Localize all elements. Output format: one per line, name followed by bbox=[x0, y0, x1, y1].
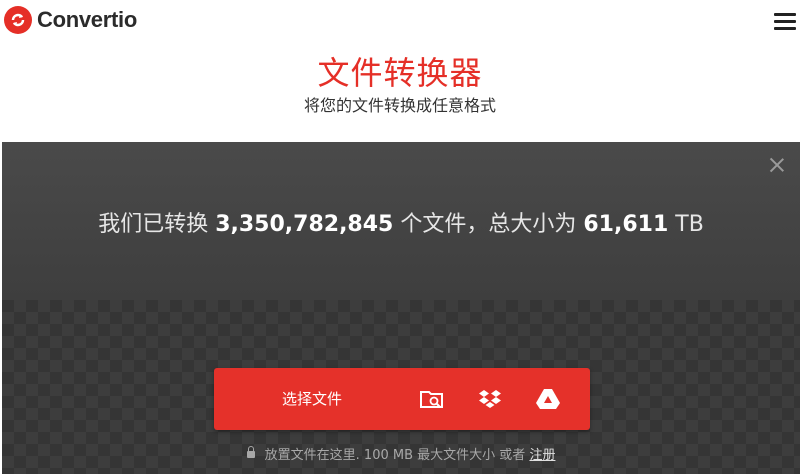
choose-files-button[interactable]: 选择文件 bbox=[214, 368, 590, 430]
brand-name: Convertio bbox=[37, 7, 137, 32]
dropbox-icon[interactable] bbox=[476, 385, 504, 413]
size-unit: TB bbox=[675, 212, 704, 237]
total-size: 61,611 bbox=[583, 212, 669, 237]
hamburger-menu-icon[interactable] bbox=[774, 13, 796, 31]
top-header: Convertio bbox=[0, 0, 800, 44]
upload-dropzone[interactable]: 选择文件 放置文件在这里. 100 MB 最大文件大小 或者 注册 bbox=[2, 300, 800, 474]
files-count: 3,350,782,845 bbox=[215, 212, 394, 237]
stats-banner: 我们已转换 3,350,782,845 个文件，总大小为 61,611 TB bbox=[2, 142, 800, 300]
close-icon[interactable] bbox=[768, 156, 786, 174]
register-link[interactable]: 注册 bbox=[529, 448, 555, 463]
stats-text: 我们已转换 3,350,782,845 个文件，总大小为 61,611 TB bbox=[2, 206, 800, 238]
upload-note: 放置文件在这里. 100 MB 最大文件大小 或者 注册 bbox=[2, 444, 800, 463]
page-title: 文件转换器 bbox=[317, 54, 483, 92]
choose-files-label[interactable]: 选择文件 bbox=[214, 368, 410, 430]
hero-section: 文件转换器 将您的文件转换成任意格式 bbox=[0, 44, 800, 142]
brand-logo[interactable]: Convertio bbox=[4, 6, 137, 34]
page-subtitle: 将您的文件转换成任意格式 bbox=[303, 96, 496, 115]
convertio-logo-icon bbox=[4, 6, 32, 34]
folder-search-icon[interactable] bbox=[418, 385, 446, 413]
google-drive-icon[interactable] bbox=[534, 385, 562, 413]
note-text: 放置文件在这里. 100 MB 最大文件大小 或者 bbox=[264, 448, 526, 463]
stats-prefix: 我们已转换 bbox=[98, 212, 209, 237]
lock-icon bbox=[246, 446, 255, 458]
stats-middle: 个文件，总大小为 bbox=[400, 212, 577, 237]
